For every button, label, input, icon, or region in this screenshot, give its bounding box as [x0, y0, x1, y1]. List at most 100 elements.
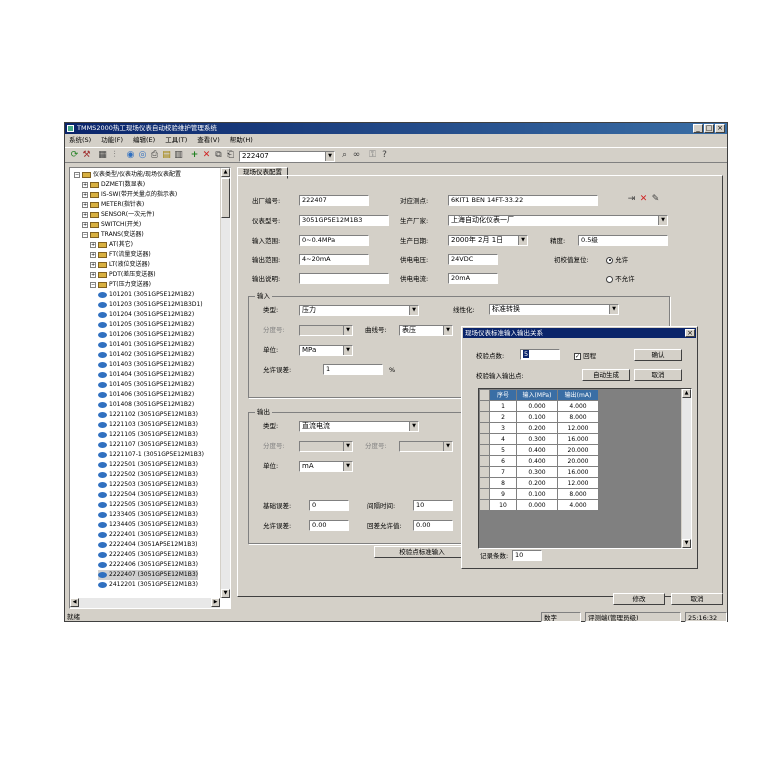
- help-icon[interactable]: ?: [379, 150, 390, 161]
- expand-icon[interactable]: +: [90, 271, 96, 278]
- curve-combo[interactable]: 表压 ▼: [399, 325, 453, 336]
- table-row[interactable]: 4 0.300 16.000: [479, 433, 599, 445]
- minimize-button[interactable]: _: [693, 124, 703, 133]
- grid-cell[interactable]: 4.000: [557, 499, 599, 511]
- table-row[interactable]: 8 0.200 12.000: [479, 477, 599, 489]
- tree-item[interactable]: + SENSOR(一次元件): [82, 210, 154, 220]
- table-row[interactable]: 5 0.400 20.000: [479, 444, 599, 456]
- dialog-close-icon[interactable]: ×: [685, 329, 695, 337]
- tree-item[interactable]: 1222501 (3051GP5E12M1B3): [98, 460, 198, 470]
- grid-cell[interactable]: 6: [489, 455, 517, 467]
- eye-icon[interactable]: ◉: [125, 150, 136, 161]
- tree-item[interactable]: + AT(其它): [90, 240, 133, 250]
- grid-cell[interactable]: 10: [489, 499, 517, 511]
- base-err-field[interactable]: 0: [309, 500, 349, 511]
- collapse-icon[interactable]: −: [90, 281, 96, 288]
- table-row[interactable]: 10 0.000 4.000: [479, 499, 599, 511]
- paste-icon[interactable]: ⎗: [225, 150, 236, 161]
- row-header[interactable]: [479, 433, 490, 445]
- tree-item[interactable]: + SWITCH(开关): [82, 220, 141, 230]
- out-type-combo[interactable]: 直流电流 ▼: [299, 421, 419, 432]
- tree-item[interactable]: 101401 (3051GP5E12M1B2): [98, 340, 194, 350]
- grid-cell[interactable]: 4: [489, 433, 517, 445]
- export-icon[interactable]: ⇥: [626, 194, 637, 205]
- supply-i-field[interactable]: 20mA: [448, 273, 498, 284]
- tree-item[interactable]: + IS-SW(带开关量点的指示表): [82, 190, 177, 200]
- output-desc-field[interactable]: [299, 273, 389, 284]
- grid-cell[interactable]: 1: [489, 400, 517, 412]
- grid-cell[interactable]: 0.000: [516, 499, 558, 511]
- close-button[interactable]: ×: [715, 124, 725, 133]
- linear-combo[interactable]: 标准转换 ▼: [489, 304, 619, 315]
- dialog-ok-button[interactable]: 确认: [634, 349, 682, 361]
- tree-item[interactable]: 101408 (3051GP5E12M1B2): [98, 400, 194, 410]
- grid-cell[interactable]: 5: [489, 444, 517, 456]
- disallow-radio[interactable]: 不允许: [606, 274, 635, 284]
- tree-item[interactable]: 101402 (3051GP5E12M1B2): [98, 350, 194, 360]
- expand-icon[interactable]: +: [82, 221, 88, 228]
- menu-item[interactable]: 工具(T): [165, 135, 187, 145]
- tree-item[interactable]: 1221107 (3051GP5E12M1B3): [98, 440, 198, 450]
- tree-item[interactable]: + LT(液位变送器): [90, 260, 150, 270]
- row-header[interactable]: [479, 466, 490, 478]
- tree-item[interactable]: 1222503 (3051GP5E12M1B3): [98, 480, 198, 490]
- table-row[interactable]: 7 0.300 16.000: [479, 466, 599, 478]
- grid-cell[interactable]: 20.000: [557, 444, 599, 456]
- tree-item[interactable]: − 仪表类型/仪表功能/现场仪表配置: [74, 170, 181, 180]
- scroll-down-icon[interactable]: ▼: [682, 539, 691, 548]
- tree-item[interactable]: 2222406 (3051GP5E12M1B3): [98, 560, 198, 570]
- tree-item[interactable]: 2222404 (3051AP5E12M1B3): [98, 540, 197, 550]
- tree-item[interactable]: − PT(压力变送器): [90, 280, 151, 290]
- table-row[interactable]: 1 0.000 4.000: [479, 400, 599, 412]
- tree-item[interactable]: + DZMET(数显表): [82, 180, 145, 190]
- delete-icon[interactable]: ✕: [201, 150, 212, 161]
- io-grid[interactable]: 序号 输入(MPa) 输出(mA) 1 0.000 4.000 2 0.100 8.000 3 0.…: [478, 388, 692, 549]
- scroll-up-icon[interactable]: ▲: [221, 168, 230, 177]
- tree-item[interactable]: 1222505 (3051GP5E12M1B3): [98, 500, 198, 510]
- expand-icon[interactable]: +: [82, 211, 88, 218]
- grid-cell[interactable]: 0.300: [516, 466, 558, 478]
- out-div-combo[interactable]: ▼: [299, 441, 353, 452]
- grid-header-cell[interactable]: 输出(mA): [557, 389, 599, 401]
- tree-item[interactable]: 101204 (3051GP5E12M1B2): [98, 310, 194, 320]
- collapse-icon[interactable]: −: [74, 171, 80, 178]
- grid-cell[interactable]: 0.400: [516, 444, 558, 456]
- grid-cell[interactable]: 2: [489, 411, 517, 423]
- maker-combo[interactable]: 上海自动化仪表一厂 ▼: [448, 215, 668, 226]
- return-checkbox[interactable]: ✓ 回程: [574, 351, 596, 361]
- printer-icon[interactable]: ⎙: [149, 150, 160, 161]
- grid-icon[interactable]: ▦: [97, 150, 108, 161]
- grid-cell[interactable]: 16.000: [557, 433, 599, 445]
- interval-field[interactable]: 10: [413, 500, 453, 511]
- tree-item[interactable]: 1233405 (3051GP5E12M1B3): [98, 510, 198, 520]
- grid-header-cell[interactable]: 输入(MPa): [516, 389, 558, 401]
- tree-item[interactable]: + FT(流量变送器): [90, 250, 151, 260]
- row-header[interactable]: [479, 400, 490, 412]
- row-header[interactable]: [479, 411, 490, 423]
- return-err-field[interactable]: 0.00: [413, 520, 453, 531]
- expand-icon[interactable]: +: [90, 261, 96, 268]
- allow-radio[interactable]: 允许: [606, 255, 628, 265]
- in-type-combo[interactable]: 压力 ▼: [299, 305, 419, 316]
- grid-header-cell[interactable]: 序号: [489, 389, 517, 401]
- auto-generate-button[interactable]: 自动生成: [582, 369, 630, 381]
- expand-icon[interactable]: +: [90, 241, 96, 248]
- output-range-field[interactable]: 4~20mA: [299, 254, 369, 265]
- tree-item[interactable]: + METER(指针表): [82, 200, 144, 210]
- tree-item[interactable]: 101406 (3051GP5E12M1B2): [98, 390, 194, 400]
- row-header[interactable]: [479, 422, 490, 434]
- grid-cell[interactable]: 0.200: [516, 422, 558, 434]
- grid-cell[interactable]: 12.000: [557, 477, 599, 489]
- grid-cell[interactable]: 3: [489, 422, 517, 434]
- tree-item[interactable]: 1234405 (3051GP5E12M1B3): [98, 520, 198, 530]
- table-row[interactable]: 2 0.100 8.000: [479, 411, 599, 423]
- add-icon[interactable]: +: [189, 150, 200, 161]
- row-header[interactable]: [479, 455, 490, 467]
- std-rel-button[interactable]: 校验点标准输入: [374, 546, 470, 558]
- input-range-field[interactable]: 0~0.4MPa: [299, 235, 369, 246]
- table-row[interactable]: 6 0.400 20.000: [479, 455, 599, 467]
- grid-cell[interactable]: 4.000: [557, 400, 599, 412]
- scroll-left-icon[interactable]: ◀: [70, 598, 79, 607]
- instrument-tree[interactable]: − 仪表类型/仪表功能/现场仪表配置 + DZMET(数显表) + IS-SW(带开关量点…: [69, 167, 231, 609]
- tree-item[interactable]: 1221103 (3051GP5E12M1B3): [98, 420, 198, 430]
